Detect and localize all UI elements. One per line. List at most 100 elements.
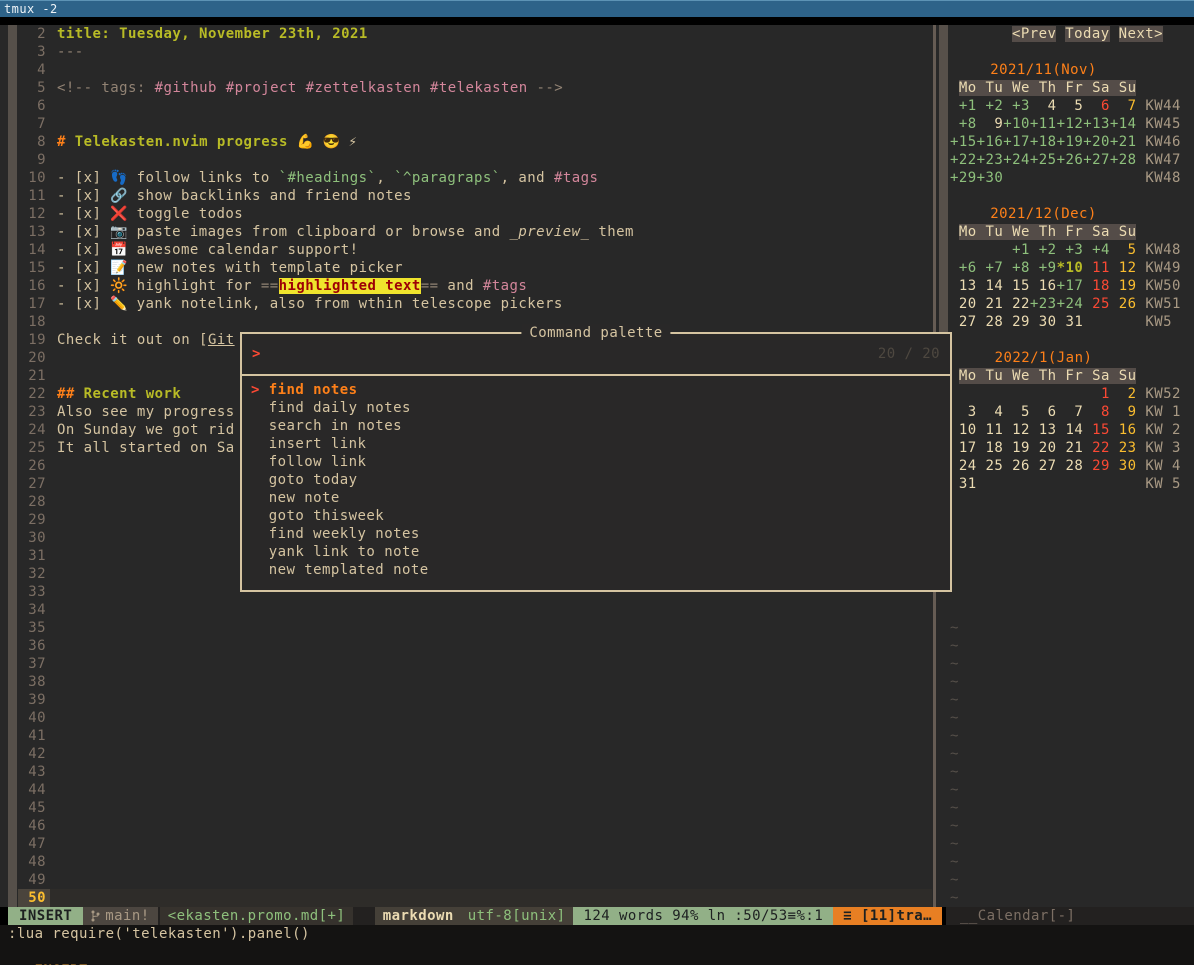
- calendar-day[interactable]: +12: [1057, 116, 1084, 132]
- calendar-day[interactable]: +14: [1110, 116, 1137, 132]
- calendar-day[interactable]: +10: [1003, 116, 1030, 132]
- calendar-day[interactable]: +24: [1003, 152, 1030, 168]
- calendar-day[interactable]: +6: [950, 260, 977, 276]
- calendar-day[interactable]: 30: [1030, 314, 1057, 330]
- calendar-day[interactable]: 26: [1003, 458, 1030, 474]
- calendar-day[interactable]: +2: [977, 98, 1004, 114]
- palette-item-insert-link[interactable]: insert link: [251, 435, 950, 453]
- calendar-day[interactable]: 15: [1083, 422, 1110, 438]
- editor-line[interactable]: 15- [x] 📝 new notes with template picker: [18, 259, 932, 277]
- calendar-day[interactable]: 7: [1110, 98, 1137, 114]
- palette-item-new-note[interactable]: new note: [251, 489, 950, 507]
- calendar-day[interactable]: [1030, 476, 1057, 492]
- palette-item-find-daily-notes[interactable]: find daily notes: [251, 399, 950, 417]
- calendar-day[interactable]: +26: [1057, 152, 1084, 168]
- palette-item-goto-thisweek[interactable]: goto thisweek: [251, 507, 950, 525]
- calendar-day[interactable]: 12: [1003, 422, 1030, 438]
- calendar-day[interactable]: 19: [1110, 278, 1137, 294]
- calendar-day[interactable]: +15: [950, 134, 977, 150]
- calendar-day[interactable]: +22: [950, 152, 977, 168]
- calendar-day[interactable]: 11: [977, 422, 1004, 438]
- calendar-day[interactable]: 1: [1083, 386, 1110, 402]
- calendar-next-button[interactable]: Next>: [1119, 26, 1163, 42]
- calendar-day[interactable]: +25: [1030, 152, 1057, 168]
- calendar-day[interactable]: +9: [1030, 260, 1057, 276]
- calendar-day[interactable]: 5: [1003, 404, 1030, 420]
- editor-line[interactable]: 16- [x] 🔆 highlight for ==highlighted te…: [18, 277, 932, 295]
- calendar-day[interactable]: 13: [1030, 422, 1057, 438]
- editor-line[interactable]: 17- [x] ✏️ yank notelink, also from wthi…: [18, 295, 932, 313]
- calendar-day[interactable]: 31: [950, 476, 977, 492]
- calendar-day[interactable]: 16: [1110, 422, 1137, 438]
- calendar-day[interactable]: 22: [1083, 440, 1110, 456]
- calendar-day[interactable]: 25: [977, 458, 1004, 474]
- calendar-day[interactable]: +17: [1003, 134, 1030, 150]
- calendar-day[interactable]: 18: [977, 440, 1004, 456]
- editor-line[interactable]: 7: [18, 115, 932, 133]
- calendar-day[interactable]: +11: [1030, 116, 1057, 132]
- calendar-prev-button[interactable]: <Prev: [1012, 26, 1056, 42]
- editor-line[interactable]: 2title: Tuesday, November 23th, 2021: [18, 25, 932, 43]
- calendar-day[interactable]: 24: [950, 458, 977, 474]
- editor-line[interactable]: 46: [18, 817, 932, 835]
- editor-line[interactable]: 10- [x] 👣 follow links to `#headings`, `…: [18, 169, 932, 187]
- editor-line[interactable]: 12- [x] ❌ toggle todos: [18, 205, 932, 223]
- calendar-day[interactable]: +1: [950, 98, 977, 114]
- calendar-day[interactable]: 5: [1057, 98, 1084, 114]
- calendar-day[interactable]: +23: [1030, 296, 1057, 312]
- calendar-day[interactable]: +28: [1110, 152, 1137, 168]
- calendar-day[interactable]: 12: [1110, 260, 1137, 276]
- calendar-day[interactable]: 23: [1110, 440, 1137, 456]
- palette-item-search-in-notes[interactable]: search in notes: [251, 417, 950, 435]
- calendar-day[interactable]: +16: [977, 134, 1004, 150]
- editor-line[interactable]: 13- [x] 📷 paste images from clipboard or…: [18, 223, 932, 241]
- calendar-day[interactable]: +17: [1057, 278, 1084, 294]
- calendar-day[interactable]: +29: [950, 170, 977, 186]
- calendar-day[interactable]: 2: [1110, 386, 1137, 402]
- calendar-day[interactable]: 27: [950, 314, 977, 330]
- calendar-day[interactable]: 28: [1057, 458, 1084, 474]
- calendar-day[interactable]: 17: [950, 440, 977, 456]
- calendar-day[interactable]: 3: [950, 404, 977, 420]
- calendar-day[interactable]: +3: [1003, 98, 1030, 114]
- editor-line[interactable]: 6: [18, 97, 932, 115]
- calendar-day[interactable]: [1003, 386, 1030, 402]
- scrollbar-thumb[interactable]: [939, 25, 948, 332]
- calendar-day[interactable]: 4: [977, 404, 1004, 420]
- editor-line[interactable]: 47: [18, 835, 932, 853]
- calendar-day[interactable]: 6: [1030, 404, 1057, 420]
- calendar-day[interactable]: 8: [1083, 404, 1110, 420]
- command-line[interactable]: :lua require('telekasten').panel(): [0, 925, 1194, 944]
- calendar-day[interactable]: +18: [1030, 134, 1057, 150]
- calendar-day[interactable]: +24: [1057, 296, 1084, 312]
- calendar-day[interactable]: +8: [1003, 260, 1030, 276]
- editor-line[interactable]: 42: [18, 745, 932, 763]
- calendar-day[interactable]: 22: [1003, 296, 1030, 312]
- calendar-day[interactable]: [950, 386, 977, 402]
- calendar-day[interactable]: [977, 242, 1004, 258]
- calendar-day[interactable]: 6: [1083, 98, 1110, 114]
- calendar-day[interactable]: 16: [1030, 278, 1057, 294]
- palette-item-find-weekly-notes[interactable]: find weekly notes: [251, 525, 950, 543]
- palette-item-goto-today[interactable]: goto today: [251, 471, 950, 489]
- editor-line[interactable]: 11- [x] 🔗 show backlinks and friend note…: [18, 187, 932, 205]
- calendar-day[interactable]: 31: [1057, 314, 1084, 330]
- editor-line[interactable]: 14- [x] 📅 awesome calendar support!: [18, 241, 932, 259]
- editor-line[interactable]: 9: [18, 151, 932, 169]
- calendar-day[interactable]: 13: [950, 278, 977, 294]
- calendar-day[interactable]: +30: [977, 170, 1004, 186]
- calendar-day[interactable]: 20: [1030, 440, 1057, 456]
- calendar-day[interactable]: +23: [977, 152, 1004, 168]
- editor-line[interactable]: 50: [18, 889, 932, 907]
- calendar-day[interactable]: [1057, 476, 1084, 492]
- calendar-day[interactable]: [950, 242, 977, 258]
- calendar-day[interactable]: [1057, 386, 1084, 402]
- calendar-day[interactable]: +7: [977, 260, 1004, 276]
- calendar-day[interactable]: 10: [950, 422, 977, 438]
- calendar-day[interactable]: [1057, 170, 1084, 186]
- calendar-day[interactable]: [1083, 170, 1110, 186]
- editor-line[interactable]: 40: [18, 709, 932, 727]
- calendar-day[interactable]: [1083, 314, 1110, 330]
- palette-item-follow-link[interactable]: follow link: [251, 453, 950, 471]
- calendar-day[interactable]: 21: [1057, 440, 1084, 456]
